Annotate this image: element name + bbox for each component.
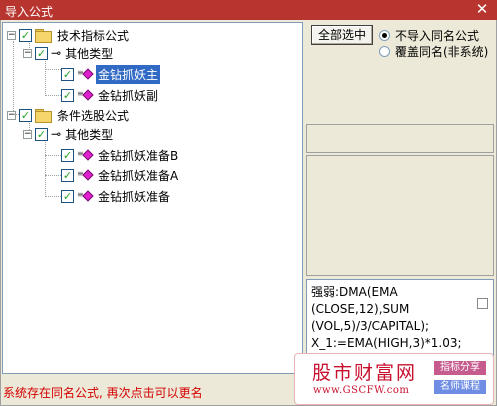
tree-subgroup-other[interactable]: − ✓ ⊸ 其他类型 <box>23 44 115 62</box>
site-watermark: 股市财富网 www.GSCFW.com 指标分享 名师课程 <box>294 353 494 405</box>
checkbox-checked-icon[interactable]: ✓ <box>35 127 48 141</box>
collapse-icon[interactable]: − <box>7 30 16 40</box>
formula-icon: ≡ <box>77 89 94 101</box>
key-icon: ⊸ <box>51 127 61 141</box>
tree-item-label: 金钻抓妖副 <box>98 88 159 103</box>
checkbox-checked-icon[interactable]: ✓ <box>61 168 74 182</box>
radio-overwrite-duplicates[interactable]: 覆盖同名(非系统) <box>379 43 488 59</box>
tree-group-label: 条件选股公式 <box>57 108 130 123</box>
key-icon: ⊸ <box>51 46 61 60</box>
scroll-toggle-icon[interactable] <box>477 298 488 309</box>
formula-text: 强弱:DMA(EMA (CLOSE,12),SUM (VOL,5)/3/CAPI… <box>311 284 471 352</box>
tree-item[interactable]: ✓ ≡ 金钻抓妖准备A <box>61 166 180 184</box>
window-title: 导入公式 <box>5 5 54 19</box>
checkbox-checked-icon[interactable]: ✓ <box>61 148 74 162</box>
status-message: 系统存在同名公式, 再次点击可以更名 <box>3 386 203 400</box>
folder-icon <box>35 29 52 43</box>
radio-unselected-icon[interactable] <box>379 45 390 57</box>
tree-subgroup-other[interactable]: − ✓ ⊸ 其他类型 <box>23 125 115 143</box>
tree-subgroup-label: 其他类型 <box>65 127 114 142</box>
radio-label: 不导入同名公式 <box>395 28 480 43</box>
collapse-icon[interactable]: − <box>7 110 16 120</box>
tree-item[interactable]: ✓ ≡ 金钻抓妖主 <box>61 64 161 84</box>
checkbox-checked-icon[interactable]: ✓ <box>19 28 32 42</box>
title-bar: 导入公式 ✕ <box>0 0 497 20</box>
tree-item-label: 金钻抓妖准备B <box>98 148 179 163</box>
collapse-icon[interactable]: − <box>23 129 32 139</box>
info-panel <box>306 124 494 153</box>
tree-group-technical[interactable]: − ✓ 技术指标公式 <box>7 26 131 44</box>
formula-line: 强弱:DMA(EMA <box>311 285 398 299</box>
checkbox-checked-icon[interactable]: ✓ <box>61 189 74 203</box>
checkbox-checked-icon[interactable]: ✓ <box>35 46 48 60</box>
tree-item[interactable]: ✓ ≡ 金钻抓妖副 <box>61 86 160 104</box>
formula-icon: ≡ <box>77 149 94 161</box>
collapse-icon[interactable]: − <box>23 48 32 58</box>
formula-icon: ≡ <box>77 169 94 181</box>
description-panel <box>306 155 494 276</box>
close-icon[interactable]: ✕ <box>467 0 497 20</box>
formula-line: X_1:=EMA(HIGH,3)*1.03; <box>311 336 462 350</box>
tree-item[interactable]: ✓ ≡ 金钻抓妖准备 <box>61 187 172 205</box>
checkbox-checked-icon[interactable]: ✓ <box>19 108 32 122</box>
folder-icon <box>35 109 52 123</box>
select-all-button[interactable]: 全部选中 <box>311 25 373 45</box>
watermark-brand: 股市财富网 <box>312 362 418 384</box>
radio-skip-duplicates[interactable]: 不导入同名公式 <box>379 27 479 43</box>
checkbox-checked-icon[interactable]: ✓ <box>61 88 74 102</box>
formula-icon: ≡ <box>77 68 94 80</box>
tree-subgroup-label: 其他类型 <box>65 46 114 61</box>
radio-label: 覆盖同名(非系统) <box>395 44 489 59</box>
tree-group-label: 技术指标公式 <box>57 28 130 43</box>
checkbox-checked-icon[interactable]: ✓ <box>61 67 74 81</box>
tree-group-screening[interactable]: − ✓ 条件选股公式 <box>7 106 131 124</box>
tree-item[interactable]: ✓ ≡ 金钻抓妖准备B <box>61 146 180 164</box>
formula-icon: ≡ <box>77 190 94 202</box>
radio-selected-icon[interactable] <box>379 29 390 41</box>
formula-line: (VOL,5)/3/CAPITAL); <box>311 319 430 333</box>
formula-tree[interactable]: − ✓ 技术指标公式 − ✓ ⊸ 其他类型 ✓ ≡ 金钻抓妖主 ✓ ≡ 金钻抓妖… <box>2 22 303 374</box>
watermark-url: www.GSCFW.com <box>313 385 410 396</box>
tree-item-label: 金钻抓妖主 <box>96 64 161 84</box>
watermark-tag-course: 名师课程 <box>434 380 486 394</box>
formula-line: (CLOSE,12),SUM <box>311 302 410 316</box>
tree-item-label: 金钻抓妖准备 <box>98 189 171 204</box>
tree-item-label: 金钻抓妖准备A <box>98 168 179 183</box>
watermark-tag-share: 指标分享 <box>434 361 486 375</box>
